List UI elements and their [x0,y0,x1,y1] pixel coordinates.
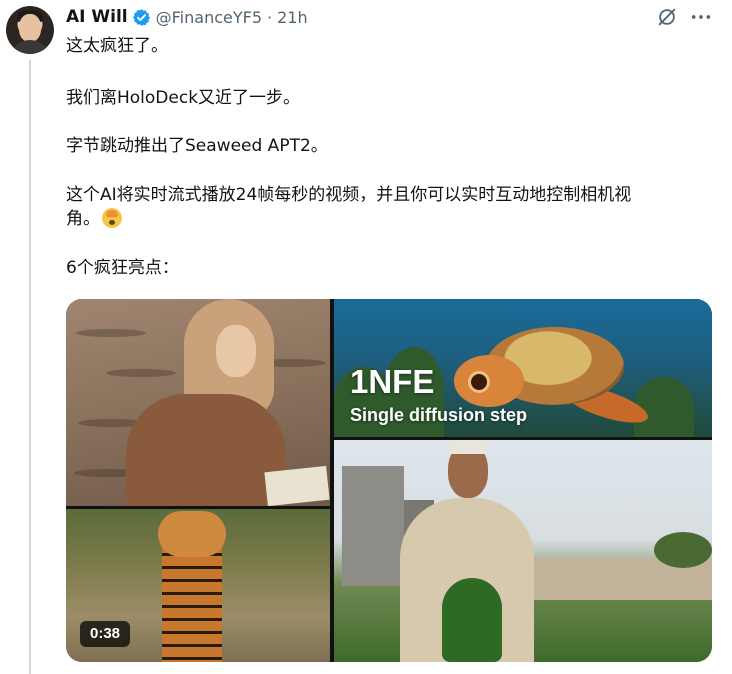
tweet-text-line: 这太疯狂了。 [66,36,168,56]
tweet-text-fragment: 角。 [66,209,100,229]
author-name[interactable]: AI Will [66,7,128,27]
tweet-timestamp[interactable]: 21h [277,8,308,27]
separator-dot: · [267,7,273,27]
video-frame-sea-turtle: 1NFE Single diffusion step [334,299,712,437]
verified-badge-icon [132,8,150,26]
tweet-text-line: 6个疯狂亮点： [66,258,179,278]
tweet-header: AI Will @FinanceYF5 · 21h [66,5,308,29]
grok-icon[interactable] [656,6,678,28]
tweet-video[interactable]: 1NFE Single diffusion step 0:38 [66,299,712,662]
video-frame-farmer [334,440,712,662]
thread-line [29,60,31,674]
overlay-title: 1NFE [350,363,435,400]
tweet-text-line: 这个AI将实时流式播放24帧每秒的视频，并且你可以实时互动地控制相机视 [66,185,632,205]
video-frame-woman-reading [66,299,330,506]
video-duration-badge: 0:38 [80,621,131,647]
tweet-text-line-with-emoji: 角。 [66,207,122,231]
tweet-text-line: 我们离HoloDeck又近了一步。 [66,88,301,108]
exploding-head-emoji-icon [102,208,122,228]
author-avatar[interactable] [6,6,54,54]
more-icon[interactable] [690,8,712,26]
tweet-text-line: 字节跳动推出了Seaweed APT2。 [66,136,328,156]
author-handle[interactable]: @FinanceYF5 [156,8,262,27]
overlay-subtitle: Single diffusion step [350,405,528,425]
